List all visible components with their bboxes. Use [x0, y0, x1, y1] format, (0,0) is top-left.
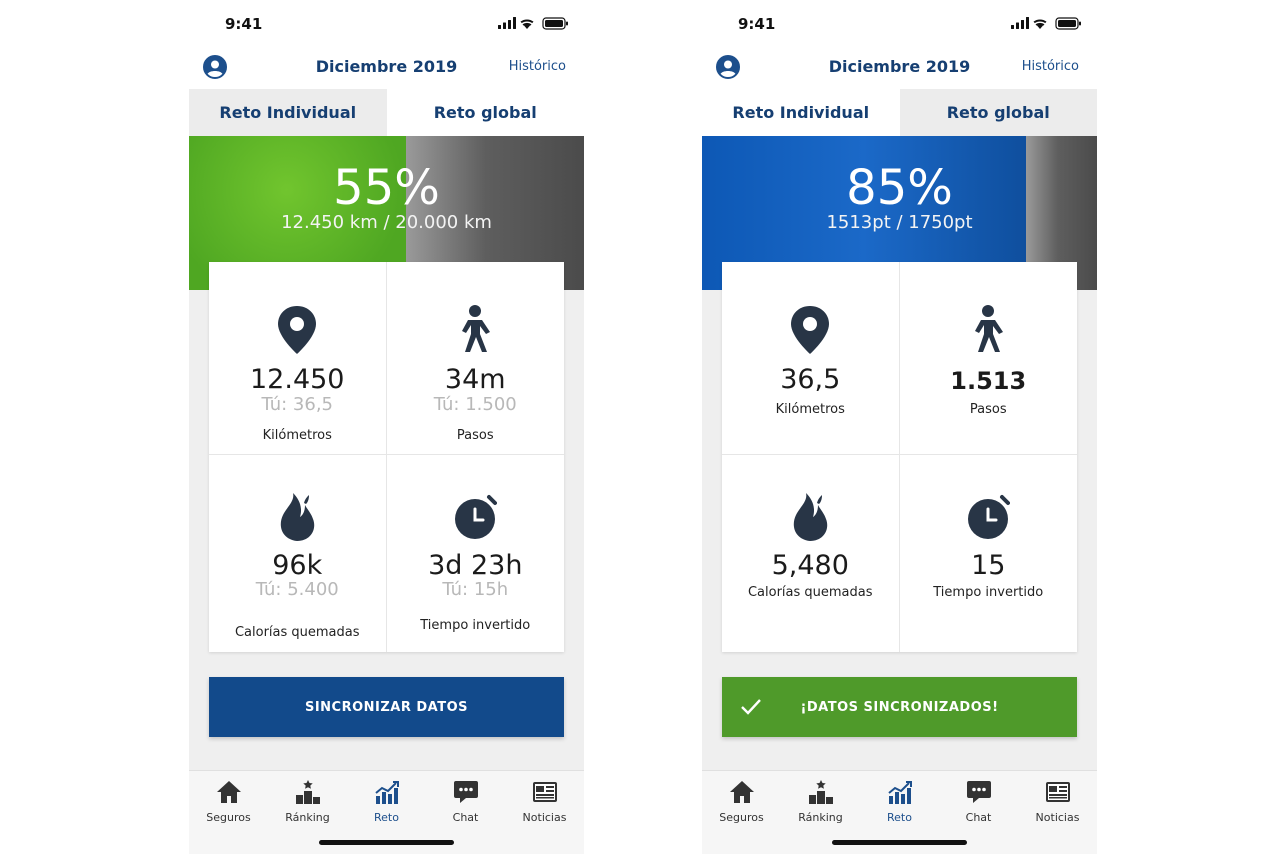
tab-reto-individual[interactable]: Reto Individual: [702, 89, 900, 136]
synced-data-button[interactable]: ¡DATOS SINCRONIZADOS!: [722, 677, 1077, 737]
sync-data-button[interactable]: SINCRONIZAR DATOS: [209, 677, 564, 737]
stat-label: Kilómetros: [262, 428, 332, 443]
podium-icon: [808, 780, 833, 804]
stats-card: 36,5 Kilómetros 1.513 Pasos 5,480 Calorí…: [722, 262, 1077, 652]
sync-button-label: ¡DATOS SINCRONIZADOS!: [800, 699, 999, 715]
tabbar-label: Seguros: [719, 811, 764, 824]
stat-tiempo: 15 Tiempo invertido: [900, 455, 1078, 652]
progress-detail: 12.450 km / 20.000 km: [281, 212, 492, 233]
stat-label: Tiempo invertido: [420, 618, 531, 633]
stat-value: 12.450: [250, 364, 345, 395]
stat-pasos: 34m Tú: 1.500 Pasos: [386, 262, 564, 455]
stats-card: 12.450 Tú: 36,5 Kilómetros 34m Tú: 1.500…: [209, 262, 564, 652]
tabbar-label: Chat: [452, 811, 479, 824]
progress-detail: 1513pt / 1750pt: [826, 212, 973, 233]
flame-icon: [794, 493, 828, 541]
stat-you-value: Tú: 1.500: [433, 394, 517, 415]
tabbar-label: Seguros: [206, 811, 251, 824]
stat-value: 5,480: [771, 550, 849, 581]
status-bar: 9:41: [702, 0, 1097, 46]
stat-label: Tiempo invertido: [933, 585, 1044, 600]
status-time: 9:41: [738, 15, 776, 33]
stat-label: Kilómetros: [775, 402, 845, 417]
app-header: Diciembre 2019 Histórico: [702, 48, 1097, 88]
stat-label: Calorías quemadas: [747, 585, 873, 600]
checkmark-icon: [741, 699, 761, 715]
battery-icon: [1055, 17, 1081, 30]
stat-calorias: 5,480 Calorías quemadas: [722, 455, 900, 652]
tabbar-label: Reto: [887, 811, 912, 824]
stat-calorias: 96k Tú: 5.400 Calorías quemadas: [209, 455, 387, 652]
tab-reto-global[interactable]: Reto global: [899, 89, 1097, 136]
history-link[interactable]: Histórico: [1022, 59, 1079, 74]
stat-value: 96k: [272, 550, 323, 581]
chat-icon: [453, 781, 478, 803]
home-icon: [729, 781, 754, 803]
newspaper-icon: [532, 782, 557, 802]
stat-value: 34m: [444, 364, 506, 395]
newspaper-icon: [1045, 782, 1070, 802]
chart-trend-icon: [374, 781, 399, 804]
stat-you-value: Tú: 36,5: [261, 394, 334, 415]
tabbar-item-seguros[interactable]: Seguros: [189, 771, 268, 854]
tabbar-label: Ránking: [285, 811, 330, 824]
home-icon: [216, 781, 241, 803]
flame-icon: [281, 493, 315, 541]
tabbar-item-noticias[interactable]: Noticias: [1018, 771, 1097, 854]
stopwatch-icon: [455, 495, 498, 539]
wifi-icon: [520, 19, 534, 29]
stat-tiempo: 3d 23h Tú: 15h Tiempo invertido: [387, 455, 565, 652]
tabbar-label: Ránking: [798, 811, 843, 824]
tabbar-label: Noticias: [1035, 811, 1080, 824]
stat-pasos: 1.513 Pasos: [899, 262, 1077, 455]
stat-value: 36,5: [780, 364, 841, 395]
stat-value: 15: [971, 550, 1006, 581]
stat-label: Pasos: [456, 428, 494, 443]
status-icons: [498, 17, 568, 30]
home-indicator: [832, 840, 967, 845]
chat-icon: [966, 781, 991, 803]
signal-icon: [1011, 17, 1029, 29]
progress-percent: 85%: [846, 160, 953, 216]
stat-value: 1.513: [950, 367, 1027, 395]
walking-person-icon: [462, 305, 491, 352]
tabbar-item-noticias[interactable]: Noticias: [505, 771, 584, 854]
tabbar-item-seguros[interactable]: Seguros: [702, 771, 781, 854]
podium-icon: [295, 780, 320, 804]
status-time: 9:41: [225, 15, 263, 33]
stat-kilometros: 12.450 Tú: 36,5 Kilómetros: [209, 262, 387, 455]
battery-icon: [542, 17, 568, 30]
stopwatch-icon: [968, 495, 1011, 539]
stat-label: Calorías quemadas: [234, 625, 360, 640]
location-pin-icon: [278, 306, 317, 354]
status-bar: 9:41: [189, 0, 584, 46]
location-pin-icon: [791, 306, 830, 354]
stat-you-value: Tú: 15h: [442, 579, 509, 600]
tab-reto-global[interactable]: Reto global: [386, 89, 584, 136]
wifi-icon: [1033, 19, 1047, 29]
stat-you-value: Tú: 5.400: [255, 579, 339, 600]
walking-person-icon: [975, 305, 1004, 352]
tabbar-label: Noticias: [522, 811, 567, 824]
tab-reto-individual[interactable]: Reto Individual: [189, 89, 387, 136]
home-indicator: [319, 840, 454, 845]
tabbar-label: Chat: [965, 811, 992, 824]
phone-screen-global: 9:41 Diciembre 2019 Histórico Reto Indiv…: [189, 0, 584, 854]
stat-value: 3d 23h: [428, 550, 523, 581]
progress-percent: 55%: [333, 160, 440, 216]
history-link[interactable]: Histórico: [509, 59, 566, 74]
tabbar-label: Reto: [374, 811, 399, 824]
stat-label: Pasos: [969, 402, 1007, 417]
stat-kilometros: 36,5 Kilómetros: [722, 262, 900, 455]
app-header: Diciembre 2019 Histórico: [189, 48, 584, 88]
challenge-tabs: Reto Individual Reto global: [189, 89, 584, 136]
phone-screen-individual: 9:41 Diciembre 2019 Histórico Reto Indiv…: [702, 0, 1097, 854]
status-icons: [1011, 17, 1081, 30]
chart-trend-icon: [887, 781, 912, 804]
challenge-tabs: Reto Individual Reto global: [702, 89, 1097, 136]
signal-icon: [498, 17, 516, 29]
